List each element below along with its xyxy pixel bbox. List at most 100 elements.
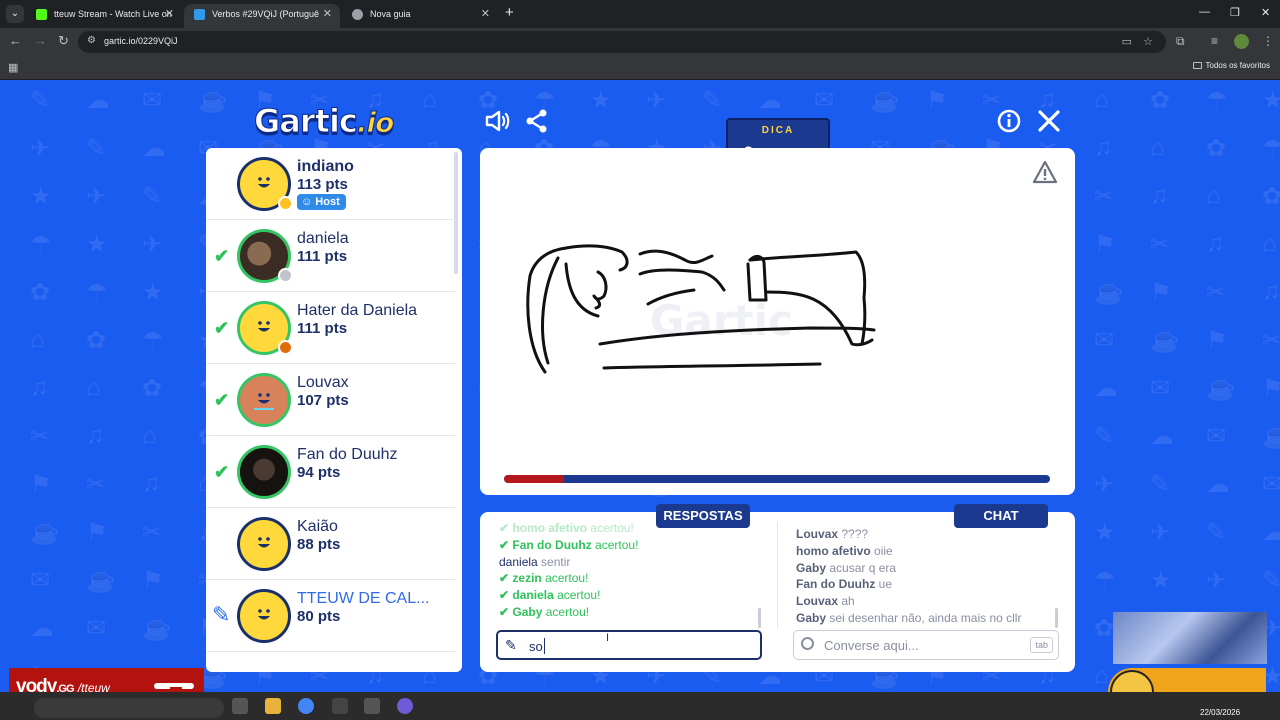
player-row[interactable]: ✔ Louvax 107 pts (206, 364, 456, 436)
chat-message: Louvax ???? (796, 526, 1056, 543)
close-window-icon[interactable]: ✕ (1261, 6, 1270, 19)
pattern-doodle-icon: ⌂ (1094, 86, 1109, 113)
player-row[interactable]: indiano 113 pts ☺ Host (206, 148, 456, 220)
pattern-doodle-icon: ☁ (142, 135, 166, 162)
message-user: Fan do Duuhz (796, 577, 879, 592)
message-user: Gaby (512, 604, 546, 619)
player-points: 94 pts (297, 464, 341, 481)
pattern-doodle-icon: ✎ (86, 135, 107, 162)
forward-arrow-icon[interactable]: → (34, 34, 47, 48)
message-user: homo afetivo (796, 543, 875, 558)
close-tab-icon[interactable]: ✕ (481, 4, 490, 24)
info-icon[interactable] (996, 108, 1022, 139)
message-user: Fan do Duuhz (512, 537, 596, 552)
reload-icon[interactable]: ↻ (58, 34, 69, 48)
report-warning-icon[interactable] (1032, 160, 1058, 184)
answer-input[interactable]: ✎ so (496, 630, 762, 660)
answer-message: zezin acertou! (499, 570, 757, 587)
pattern-doodle-icon: ♫ (1150, 182, 1168, 209)
message-text: acusar q era (829, 560, 897, 575)
minimize-window-icon[interactable]: — (1199, 6, 1210, 18)
apps-grid-icon[interactable]: ▦ (8, 61, 18, 74)
canvas-watermark: Gartic (650, 296, 793, 345)
share-icon[interactable] (524, 108, 550, 139)
tab-key-hint: tab (1030, 637, 1053, 653)
pattern-doodle-icon: ⚑ (1150, 279, 1172, 306)
pattern-doodle-icon: ✂ (1262, 327, 1280, 354)
chrome-menu-icon[interactable]: ⋮ (1262, 34, 1274, 48)
drawing-canvas: Gartic (480, 148, 1075, 495)
taskbar-app-icon[interactable] (332, 698, 348, 714)
message-user: homo afetivo (512, 521, 591, 535)
task-view-icon[interactable] (232, 698, 248, 714)
message-user: Louvax (796, 527, 842, 541)
player-row[interactable]: Kaião 88 pts (206, 508, 456, 580)
logo-text: Gartic (254, 102, 359, 141)
close-icon[interactable] (1036, 108, 1062, 139)
pattern-doodle-icon: ✂ (1206, 279, 1227, 306)
pattern-doodle-icon: ✂ (86, 471, 107, 498)
reading-list-icon[interactable]: ≡ (1211, 34, 1218, 48)
player-row[interactable]: ✔ Hater da Daniela 111 pts (206, 292, 456, 364)
tab-search-button[interactable]: ⌄ (6, 5, 24, 23)
file-explorer-icon[interactable] (265, 698, 281, 714)
bookmark-star-icon[interactable]: ☆ (1143, 35, 1153, 48)
address-bar[interactable]: ⚙ gartic.io/0229VQiJ ▭ ☆ (78, 31, 1166, 53)
answers-chat-panel: RESPOSTAS CHAT homo afetivo acertou!Fan … (480, 504, 1075, 672)
chat-message: Gaby acusar q era (796, 560, 1056, 577)
site-info-icon[interactable]: ⚙ (87, 35, 96, 46)
logo-suffix: .io (356, 106, 395, 140)
player-row[interactable]: ✔ Fan do Duuhz 94 pts (206, 436, 456, 508)
player-row[interactable]: ✎ TTEUW DE CAL... 80 pts (206, 580, 456, 652)
chat-tab[interactable]: CHAT (954, 504, 1048, 528)
player-points: 113 pts (297, 176, 348, 193)
pattern-doodle-icon: ✉ (1094, 327, 1115, 354)
close-tab-icon[interactable]: ✕ (323, 4, 332, 24)
profile-avatar[interactable] (1234, 34, 1249, 49)
message-text: acertou! (595, 537, 639, 552)
player-points: 111 pts (297, 248, 348, 265)
pattern-doodle-icon: ☁ (1150, 423, 1174, 450)
pattern-doodle-icon: ✉ (30, 567, 51, 594)
players-list[interactable]: indiano 113 pts ☺ Host ✔ daniela 111 pts ✔ Hate… (206, 148, 462, 672)
pattern-doodle-icon: ⚑ (926, 87, 948, 114)
answers-scrollbar[interactable] (758, 608, 761, 628)
gartic-favicon-icon (194, 9, 205, 20)
answers-log: homo afetivo acertou!Fan do Duuhz acerto… (499, 520, 757, 621)
browser-tab-3[interactable]: Nova guia ✕ (342, 4, 498, 28)
close-tab-icon[interactable]: ✕ (165, 4, 174, 24)
new-tab-button[interactable]: + (505, 5, 514, 21)
pattern-doodle-icon: ☕ (142, 615, 172, 642)
message-user: Gaby (796, 610, 830, 625)
chat-scrollbar[interactable] (1055, 608, 1058, 628)
pattern-doodle-icon: ♫ (86, 422, 104, 449)
volume-icon[interactable] (484, 108, 510, 139)
browser-tab-1[interactable]: tteuw Stream - Watch Live on ✕ (26, 4, 182, 28)
answer-message: Fan do Duuhz acertou! (499, 537, 757, 554)
extensions-icon[interactable]: ⧉ (1176, 34, 1185, 49)
chrome-icon[interactable] (298, 698, 314, 714)
pattern-doodle-icon: ⌂ (1150, 134, 1165, 161)
smiley-face-icon (254, 393, 274, 410)
all-bookmarks-folder[interactable]: Todos os favoritos (1192, 61, 1270, 70)
restore-window-icon[interactable]: ❐ (1230, 6, 1240, 19)
player-status-dot (278, 268, 293, 283)
player-avatar (237, 589, 291, 643)
pattern-doodle-icon: ⌂ (1262, 230, 1277, 257)
taskbar-search[interactable] (34, 698, 224, 718)
back-arrow-icon[interactable]: ← (9, 34, 22, 48)
chat-input[interactable]: Converse aqui... tab (793, 630, 1059, 660)
pattern-doodle-icon: ✂ (30, 423, 51, 450)
pattern-doodle-icon: ☕ (870, 87, 900, 114)
pattern-doodle-icon: ♫ (1206, 230, 1224, 257)
obs-icon[interactable] (397, 698, 413, 714)
taskbar-terminal-icon[interactable] (364, 698, 380, 714)
player-row[interactable]: ✔ daniela 111 pts (206, 220, 456, 292)
player-status-dot (278, 196, 293, 211)
browser-tab-2[interactable]: Verbos #29VQiJ (Portuguê ✕ (184, 4, 340, 28)
pattern-doodle-icon: ✈ (1094, 471, 1115, 498)
pattern-doodle-icon: ☕ (1150, 327, 1180, 354)
chat-message: homo afetivo oiie (796, 543, 1056, 560)
cast-icon[interactable]: ▭ (1122, 35, 1132, 48)
answer-message: daniela sentir (499, 554, 757, 571)
